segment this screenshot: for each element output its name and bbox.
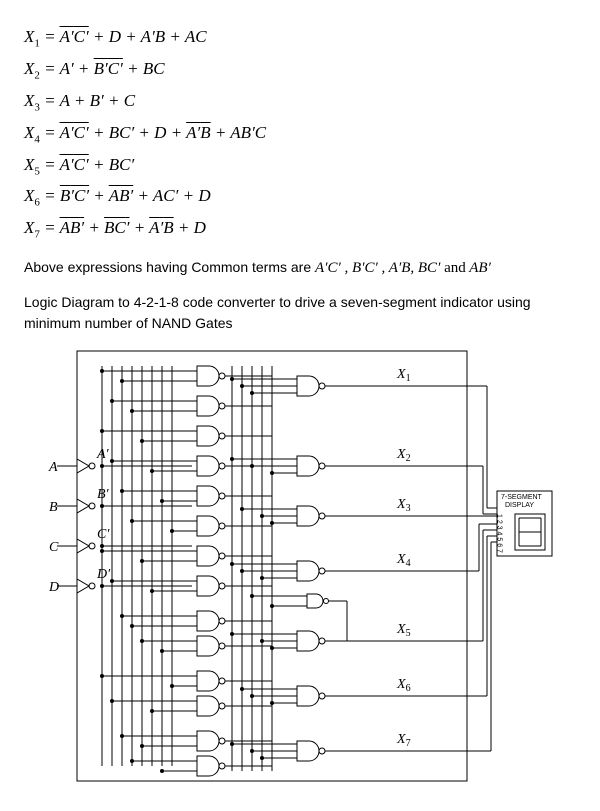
- eq-rhs: A + B′ + C: [60, 91, 136, 110]
- eq-rhs: A′C′ + BC′: [60, 155, 135, 174]
- note-prefix: Above expressions having Common terms ar…: [24, 259, 315, 275]
- eq-rhs: A′C′ + D + A′B + AC: [60, 27, 207, 46]
- svg-text:X3: X3: [396, 497, 411, 514]
- equation-x7: X7 = AB′ + BC′ + A′B + D: [24, 215, 580, 243]
- equation-x1: X1 = A′C′ + D + A′B + AC: [24, 24, 580, 52]
- nand-col1: [197, 366, 225, 776]
- svg-text:A: A: [48, 460, 58, 475]
- svg-text:X7: X7: [396, 732, 411, 749]
- svg-text:X6: X6: [396, 677, 411, 694]
- svg-text:B′: B′: [97, 487, 110, 502]
- svg-text:7-SEGMENT: 7-SEGMENT: [501, 494, 543, 501]
- svg-text:C′: C′: [97, 527, 110, 542]
- common-terms-note: Above expressions having Common terms ar…: [24, 257, 580, 280]
- svg-text:X5: X5: [396, 622, 411, 639]
- nand-outputs: [297, 376, 329, 761]
- eq-lhs: X7: [24, 218, 40, 237]
- svg-text:1 2 3 4 5 6 7: 1 2 3 4 5 6 7: [496, 514, 503, 553]
- note-terms: A′C′ , B′C′ , A′B, BC′ and AB′: [315, 260, 491, 276]
- eq-lhs: X3: [24, 91, 40, 110]
- equation-x6: X6 = B′C′ + AB′ + AC′ + D: [24, 183, 580, 211]
- equation-x4: X4 = A′C′ + BC′ + D + A′B + AB′C: [24, 120, 580, 148]
- svg-text:X2: X2: [396, 447, 411, 464]
- eq-lhs: X5: [24, 155, 40, 174]
- equation-x5: X5 = A′C′ + BC′: [24, 152, 580, 180]
- seven-segment-display: 7-SEGMENT DISPLAY 1 2 3 4 5 6 7: [496, 491, 553, 556]
- input-B: B B′: [49, 487, 110, 515]
- equation-x3: X3 = A + B′ + C: [24, 88, 580, 116]
- svg-text:A′: A′: [96, 447, 110, 462]
- logic-diagram: A A′ B B′ C C′ D D′: [24, 346, 580, 791]
- eq-rhs: A′ + B′C′ + BC: [60, 59, 165, 78]
- svg-text:B: B: [49, 500, 58, 515]
- svg-text:C: C: [49, 540, 59, 555]
- input-A: A A′: [48, 447, 110, 475]
- equations-block: X1 = A′C′ + D + A′B + AC X2 = A′ + B′C′ …: [24, 24, 580, 243]
- diagram-caption: Logic Diagram to 4-2-1-8 code converter …: [24, 292, 580, 334]
- eq-lhs: X4: [24, 123, 40, 142]
- svg-text:DISPLAY: DISPLAY: [505, 502, 534, 509]
- svg-text:D′: D′: [96, 567, 111, 582]
- eq-lhs: X1: [24, 27, 40, 46]
- eq-rhs: B′C′ + AB′ + AC′ + D: [60, 186, 211, 205]
- logic-diagram-svg: A A′ B B′ C C′ D D′: [47, 346, 557, 786]
- svg-text:D: D: [48, 580, 59, 595]
- svg-text:X1: X1: [396, 367, 411, 384]
- eq-lhs: X6: [24, 186, 40, 205]
- eq-rhs: AB′ + BC′ + A′B + D: [60, 218, 206, 237]
- equation-x2: X2 = A′ + B′C′ + BC: [24, 56, 580, 84]
- output-labels: X1 X2 X3 X4 X5 X6 X7: [396, 367, 411, 749]
- eq-rhs: A′C′ + BC′ + D + A′B + AB′C: [60, 123, 267, 142]
- svg-text:X4: X4: [396, 552, 411, 569]
- eq-lhs: X2: [24, 59, 40, 78]
